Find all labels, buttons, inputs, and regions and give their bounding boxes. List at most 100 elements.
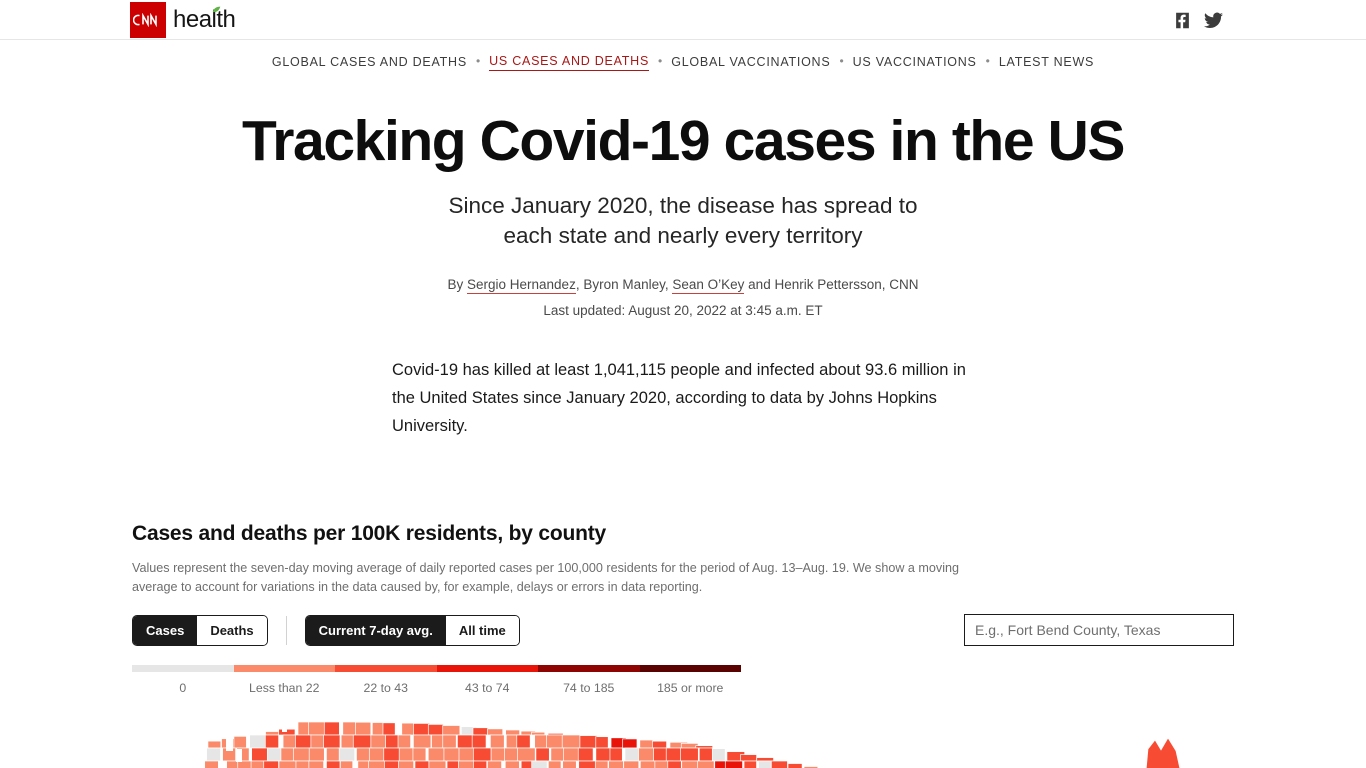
map-county[interactable]: [458, 760, 475, 768]
map-county[interactable]: [355, 721, 372, 736]
map-county[interactable]: [667, 760, 682, 768]
map-county[interactable]: [535, 747, 550, 762]
map-county[interactable]: [471, 734, 487, 749]
map-county[interactable]: [368, 760, 387, 768]
map-county[interactable]: [711, 747, 726, 762]
map-county[interactable]: [398, 747, 416, 762]
map-county[interactable]: [397, 734, 411, 749]
map-county[interactable]: [473, 760, 488, 768]
map-county[interactable]: [487, 760, 502, 768]
map-county[interactable]: [562, 760, 577, 768]
map-county[interactable]: [531, 760, 548, 768]
subnav-item-2[interactable]: GLOBAL VACCINATIONS: [671, 55, 830, 69]
toggle-cases[interactable]: Cases: [133, 615, 198, 645]
map-county[interactable]: [547, 760, 562, 768]
map-county[interactable]: [787, 762, 803, 768]
map-county[interactable]: [577, 747, 594, 762]
toggle-all-time[interactable]: All time: [445, 615, 519, 645]
map-county[interactable]: [609, 747, 623, 762]
map-county[interactable]: [563, 747, 581, 762]
map-county[interactable]: [472, 747, 492, 762]
subnav-item-3[interactable]: US VACCINATIONS: [853, 55, 977, 69]
map-county[interactable]: [740, 753, 757, 762]
county-choropleth-map[interactable]: [132, 709, 1234, 768]
map-county[interactable]: [428, 760, 447, 768]
map-county[interactable]: [398, 760, 415, 768]
subnav-item-1[interactable]: US CASES AND DEATHS: [489, 54, 650, 71]
map-county[interactable]: [323, 734, 341, 749]
map-county[interactable]: [352, 734, 372, 749]
map-county[interactable]: [383, 747, 402, 762]
brand-logo[interactable]: health: [130, 0, 236, 40]
author-link-2[interactable]: Sean O’Key: [672, 276, 745, 294]
map-county[interactable]: [326, 760, 341, 768]
map-county[interactable]: [681, 760, 700, 768]
map-county[interactable]: [310, 734, 325, 749]
map-county[interactable]: [249, 734, 266, 749]
map-county[interactable]: [517, 747, 536, 762]
map-county[interactable]: [427, 747, 446, 762]
map-county[interactable]: [756, 756, 774, 762]
map-county[interactable]: [413, 734, 432, 749]
map-county[interactable]: [579, 734, 598, 749]
map-county[interactable]: [295, 734, 312, 749]
map-county-maine[interactable]: [1145, 736, 1181, 768]
map-county[interactable]: [578, 760, 597, 768]
map-county[interactable]: [338, 747, 356, 762]
toggle-current-7day-avg[interactable]: Current 7-day avg.: [305, 615, 446, 645]
cnn-logo-icon[interactable]: [130, 2, 166, 38]
map-county[interactable]: [595, 735, 609, 749]
map-county[interactable]: [414, 760, 430, 768]
twitter-icon[interactable]: [1204, 12, 1223, 29]
subnav-item-0[interactable]: GLOBAL CASES AND DEATHS: [272, 55, 467, 69]
map-county[interactable]: [608, 760, 624, 768]
map-county[interactable]: [251, 747, 270, 762]
map-county[interactable]: [206, 747, 221, 762]
map-svg[interactable]: [132, 709, 1234, 768]
map-county[interactable]: [698, 747, 714, 762]
map-county[interactable]: [207, 740, 222, 749]
map-county[interactable]: [442, 724, 461, 736]
map-county[interactable]: [308, 721, 326, 736]
subnav-item-4[interactable]: LATEST NEWS: [999, 55, 1094, 69]
map-county[interactable]: [770, 760, 788, 768]
map-county[interactable]: [472, 727, 489, 736]
county-search-input[interactable]: [964, 614, 1234, 647]
map-county[interactable]: [653, 747, 668, 762]
map-county[interactable]: [278, 760, 297, 768]
map-county[interactable]: [295, 760, 311, 768]
map-county[interactable]: [308, 747, 325, 762]
map-county[interactable]: [427, 723, 444, 736]
map-county[interactable]: [233, 735, 247, 749]
map-county[interactable]: [382, 722, 396, 736]
map-county[interactable]: [697, 760, 715, 768]
map-county[interactable]: [356, 747, 372, 762]
map-county[interactable]: [412, 747, 427, 762]
map-county[interactable]: [546, 734, 565, 749]
map-county[interactable]: [623, 760, 640, 768]
map-county[interactable]: [490, 734, 505, 749]
map-county[interactable]: [340, 760, 354, 768]
map-county[interactable]: [639, 739, 654, 749]
map-county[interactable]: [622, 738, 638, 749]
map-county[interactable]: [413, 722, 431, 736]
map-county[interactable]: [264, 734, 279, 749]
map-county[interactable]: [340, 734, 354, 749]
map-county[interactable]: [594, 760, 609, 768]
map-county[interactable]: [237, 760, 254, 768]
map-county[interactable]: [457, 734, 473, 749]
map-county[interactable]: [724, 760, 743, 768]
map-county[interactable]: [504, 760, 520, 768]
map-county[interactable]: [323, 721, 340, 736]
map-county[interactable]: [758, 760, 772, 768]
map-county[interactable]: [263, 760, 279, 768]
map-county[interactable]: [505, 729, 520, 736]
map-county[interactable]: [326, 747, 340, 762]
author-link-1[interactable]: Sergio Hernandez: [467, 276, 576, 294]
map-county[interactable]: [665, 747, 682, 762]
map-county[interactable]: [639, 760, 656, 768]
map-county[interactable]: [443, 747, 461, 762]
map-county[interactable]: [504, 747, 519, 762]
map-county[interactable]: [442, 734, 457, 749]
map-county[interactable]: [680, 747, 699, 762]
